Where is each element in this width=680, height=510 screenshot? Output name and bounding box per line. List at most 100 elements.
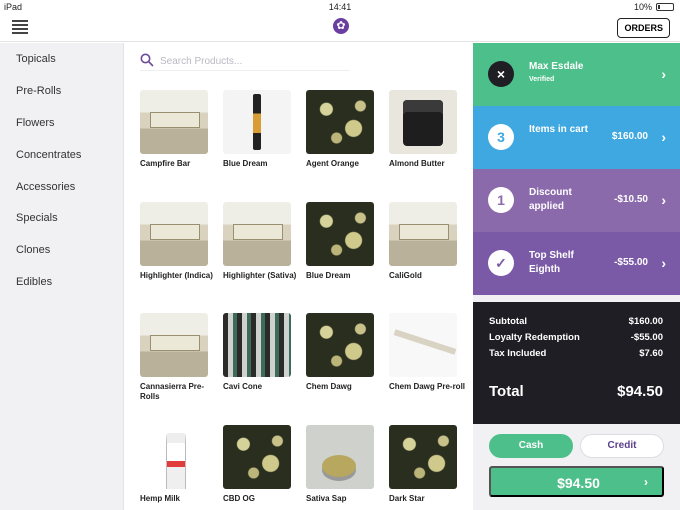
product-image [389,90,457,154]
product-card[interactable]: Chem Dawg Pre-roll [389,313,467,392]
product-name: Chem Dawg Pre-roll [389,382,466,391]
product-image [140,425,208,489]
product-card[interactable]: Sativa Sap [306,425,384,504]
subtotal-value: $160.00 [628,316,663,327]
product-card[interactable]: Dark Star [389,425,467,504]
product-card[interactable]: Blue Dream [306,202,384,281]
product-name: Almond Butter [389,159,445,168]
product-image [140,202,208,266]
product-image [306,202,374,266]
sidebar-item-concentrates[interactable]: Concentrates [16,149,81,161]
checkmark-icon: ✓ [488,250,514,276]
product-name: Hemp Milk [140,494,181,503]
product-image [306,313,374,377]
product-image [306,90,374,154]
product-card[interactable]: Highlighter (Indica) [140,202,218,281]
discount-label: Discount applied [529,187,572,212]
tax-row: Tax Included $7.60 [489,348,663,359]
status-bar: iPad 14:41 10% [0,0,680,14]
discount-index-badge: 1 [488,187,514,213]
reward-label: Top Shelf Eighth [529,250,574,275]
product-card[interactable]: Campfire Bar [140,90,218,169]
clock: 14:41 [328,2,352,12]
total-value: $94.50 [617,383,663,400]
total-row: Total $94.50 [489,383,663,400]
chevron-right-icon: › [661,255,666,271]
tax-label: Tax Included [489,348,547,359]
items-amount: $160.00 [611,131,648,142]
product-grid: Campfire Bar Blue Dream Agent Orange Alm… [124,43,473,510]
product-name: Blue Dream [306,271,351,280]
reward-panel[interactable]: ✓ Top Shelf Eighth -$55.00 › [473,232,680,295]
sidebar-item-specials[interactable]: Specials [16,212,58,224]
sidebar-item-edibles[interactable]: Edibles [16,276,52,288]
battery-percent: 10% [633,2,652,12]
search-icon [140,53,154,67]
product-image [140,313,208,377]
product-card[interactable]: Almond Butter [389,90,467,169]
flower-logo-icon: ✿ [333,18,349,34]
product-name: Highlighter (Indica) [140,271,213,280]
discount-panel[interactable]: 1 Discount applied -$10.50 › [473,169,680,232]
pay-amount: $94.50 [557,475,600,491]
product-name: CaliGold [389,271,422,280]
product-name: Blue Dream [223,159,268,168]
loyalty-row: Loyalty Redemption -$55.00 [489,332,663,343]
customer-panel[interactable]: × Max Esdale Verified › [473,43,680,106]
product-image [306,425,374,489]
product-card[interactable]: CaliGold [389,202,467,281]
product-image [389,202,457,266]
close-icon[interactable]: × [488,61,514,87]
chevron-right-icon: › [661,66,666,82]
product-card[interactable]: CBD OG [223,425,301,504]
product-name: Agent Orange [306,159,359,168]
items-label: Items in cart [529,124,588,135]
sidebar-item-topicals[interactable]: Topicals [16,53,56,65]
credit-button[interactable]: Credit [580,434,664,458]
product-image [389,313,457,377]
sidebar-item-flowers[interactable]: Flowers [16,117,55,129]
subtotal-row: Subtotal $160.00 [489,316,663,327]
product-image [223,425,291,489]
order-summary: Subtotal $160.00 Loyalty Redemption -$55… [473,302,680,424]
cash-button[interactable]: Cash [489,434,573,458]
battery-icon [656,3,674,11]
product-name: Campfire Bar [140,159,191,168]
items-panel[interactable]: 3 Items in cart $160.00 › [473,106,680,169]
product-card[interactable]: Chem Dawg [306,313,384,392]
product-card[interactable]: Hemp Milk [140,425,218,504]
discount-amount: -$10.50 [614,194,648,205]
category-sidebar: Topicals Pre-Rolls Flowers Concentrates … [0,43,124,510]
chevron-right-icon: › [661,192,666,208]
product-name: Cannasierra Pre-Rolls [140,382,205,401]
hamburger-menu-icon[interactable] [12,20,28,34]
product-card[interactable]: Agent Orange [306,90,384,169]
product-card[interactable]: Cannasierra Pre-Rolls [140,313,218,402]
customer-status: Verified [529,76,555,83]
customer-name: Max Esdale [529,61,584,72]
product-card[interactable]: Blue Dream [223,90,301,169]
chevron-right-icon: › [644,475,648,489]
product-name: Highlighter (Sativa) [223,271,297,280]
loyalty-value: -$55.00 [630,332,663,343]
pay-button[interactable]: $94.50 › [489,466,664,497]
sidebar-item-clones[interactable]: Clones [16,244,50,256]
search-bar [140,51,350,71]
chevron-right-icon: › [661,129,666,145]
subtotal-label: Subtotal [489,316,527,327]
product-card[interactable]: Highlighter (Sativa) [223,202,301,281]
search-input[interactable] [160,53,340,69]
product-name: Dark Star [389,494,425,503]
orders-button[interactable]: ORDERS [617,18,670,38]
sidebar-item-pre-rolls[interactable]: Pre-Rolls [16,85,61,97]
item-count-badge: 3 [488,124,514,150]
cart-panel: × Max Esdale Verified › 3 Items in cart … [473,43,680,510]
sidebar-item-accessories[interactable]: Accessories [16,181,75,193]
top-bar: ✿ ORDERS [0,14,680,42]
product-image [223,313,291,377]
product-name: Chem Dawg [306,382,352,391]
product-card[interactable]: Cavi Cone [223,313,301,392]
product-image [389,425,457,489]
product-name: CBD OG [223,494,255,503]
loyalty-label: Loyalty Redemption [489,332,580,343]
